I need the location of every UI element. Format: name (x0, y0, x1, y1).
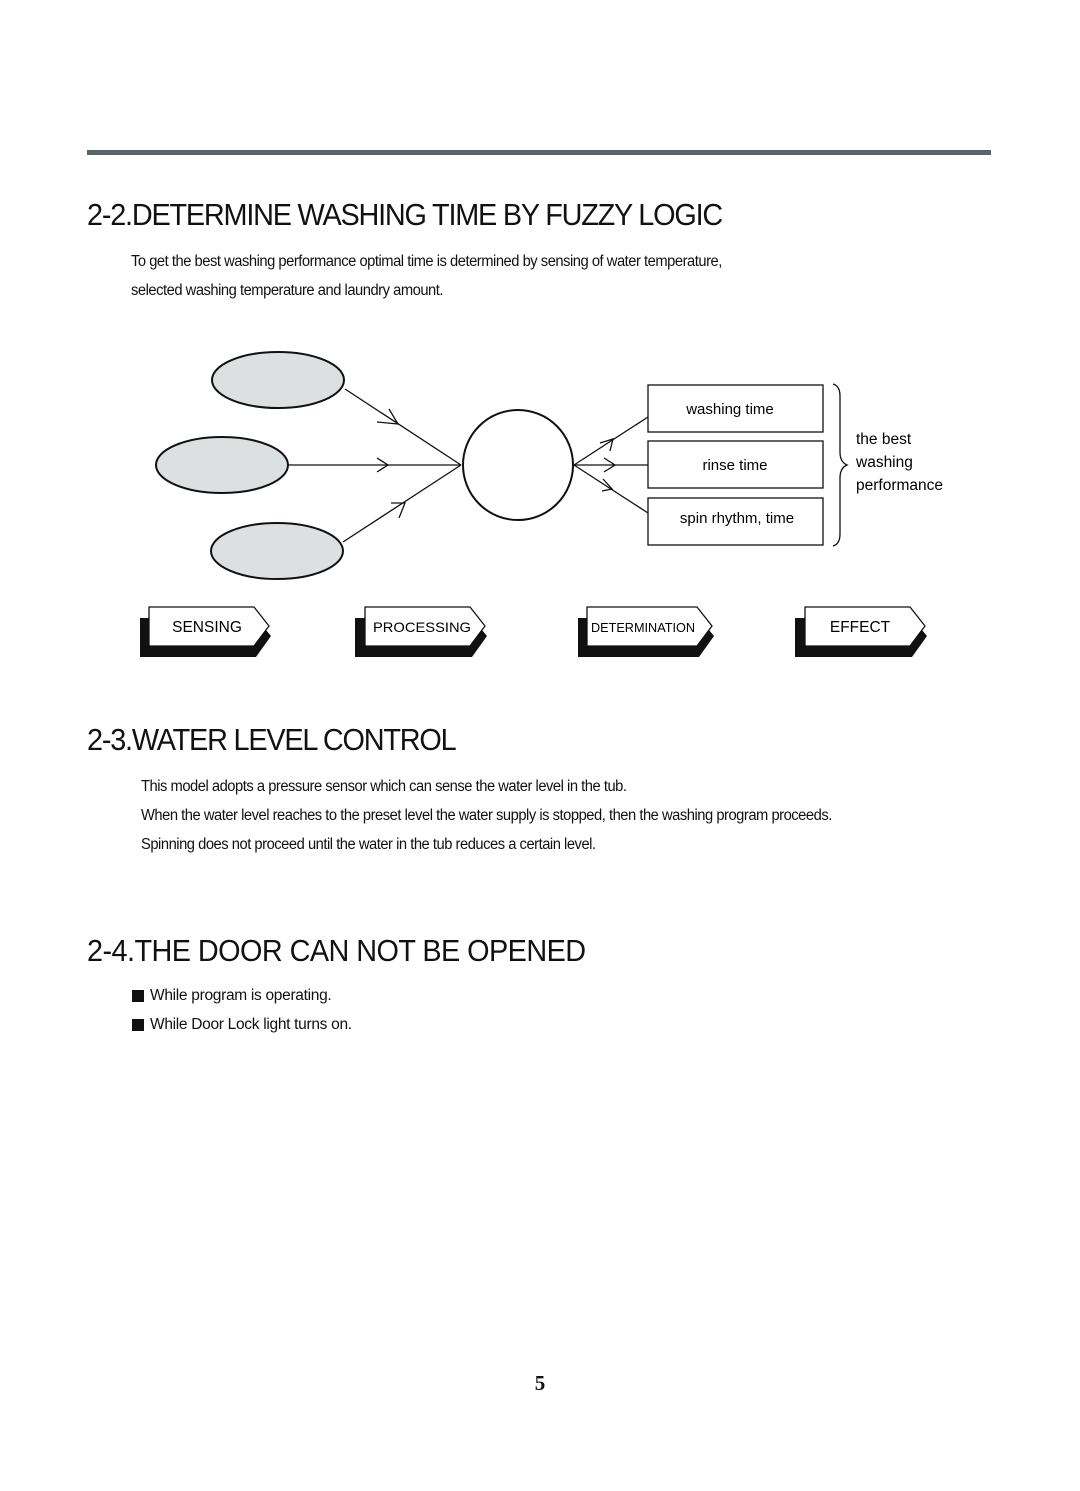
input-ellipse-1 (211, 351, 345, 409)
stage-label: EFFECT (830, 619, 891, 636)
stage-label: DETERMINATION (591, 620, 695, 635)
paragraph-line: Spinning does not proceed until the wate… (141, 836, 596, 853)
stage-label: PROCESSING (373, 619, 471, 635)
water-level-paragraph: This model adopts a pressure sensor whic… (141, 772, 868, 859)
effect-label: the best washing performance (855, 431, 943, 494)
input-ellipse-3 (210, 522, 344, 580)
section-title-door: 2-4.THE DOOR CAN NOT BE OPENED (87, 933, 586, 968)
input-ellipse-2 (155, 436, 289, 494)
list-item-text: While program is operating. (150, 987, 332, 1004)
paragraph-line: This model adopts a pressure sensor whic… (141, 778, 627, 795)
input-line-1 (344, 388, 462, 466)
stage-label: SENSING (172, 619, 242, 636)
stage-tag-processing: PROCESSING (355, 606, 487, 657)
arrow-head-icon (601, 478, 614, 492)
right-brace-icon (832, 383, 849, 547)
output-label: rinse time (702, 457, 767, 474)
effect-label-line: the best (856, 431, 912, 448)
stage-tag-sensing: SENSING (140, 606, 271, 657)
output-line-1 (573, 416, 649, 466)
section-title-water-level: 2-3.WATER LEVEL CONTROL (87, 722, 457, 757)
square-bullet-icon (132, 989, 144, 1002)
effect-label-line: washing (855, 454, 913, 471)
output-label: washing time (685, 401, 774, 418)
door-conditions-list: While program is operating. While Door L… (132, 981, 352, 1039)
page-number: 5 (534, 1371, 546, 1395)
stage-tag-determination: DETERMINATION (578, 606, 714, 657)
list-item: While Door Lock light turns on. (132, 1010, 352, 1039)
effect-label-line: performance (856, 477, 943, 494)
square-bullet-icon (132, 1018, 144, 1031)
processing-circle (462, 409, 574, 521)
fuzzy-logic-diagram: washing time rinse time spin rhythm, tim… (140, 351, 943, 657)
output-label: spin rhythm, time (680, 510, 794, 527)
list-item-text: While Door Lock light turns on. (150, 1016, 352, 1033)
paragraph-line: When the water level reaches to the pres… (141, 807, 832, 824)
stage-tag-effect: EFFECT (795, 606, 927, 657)
list-item: While program is operating. (132, 981, 352, 1010)
arrow-head-icon (391, 502, 406, 519)
